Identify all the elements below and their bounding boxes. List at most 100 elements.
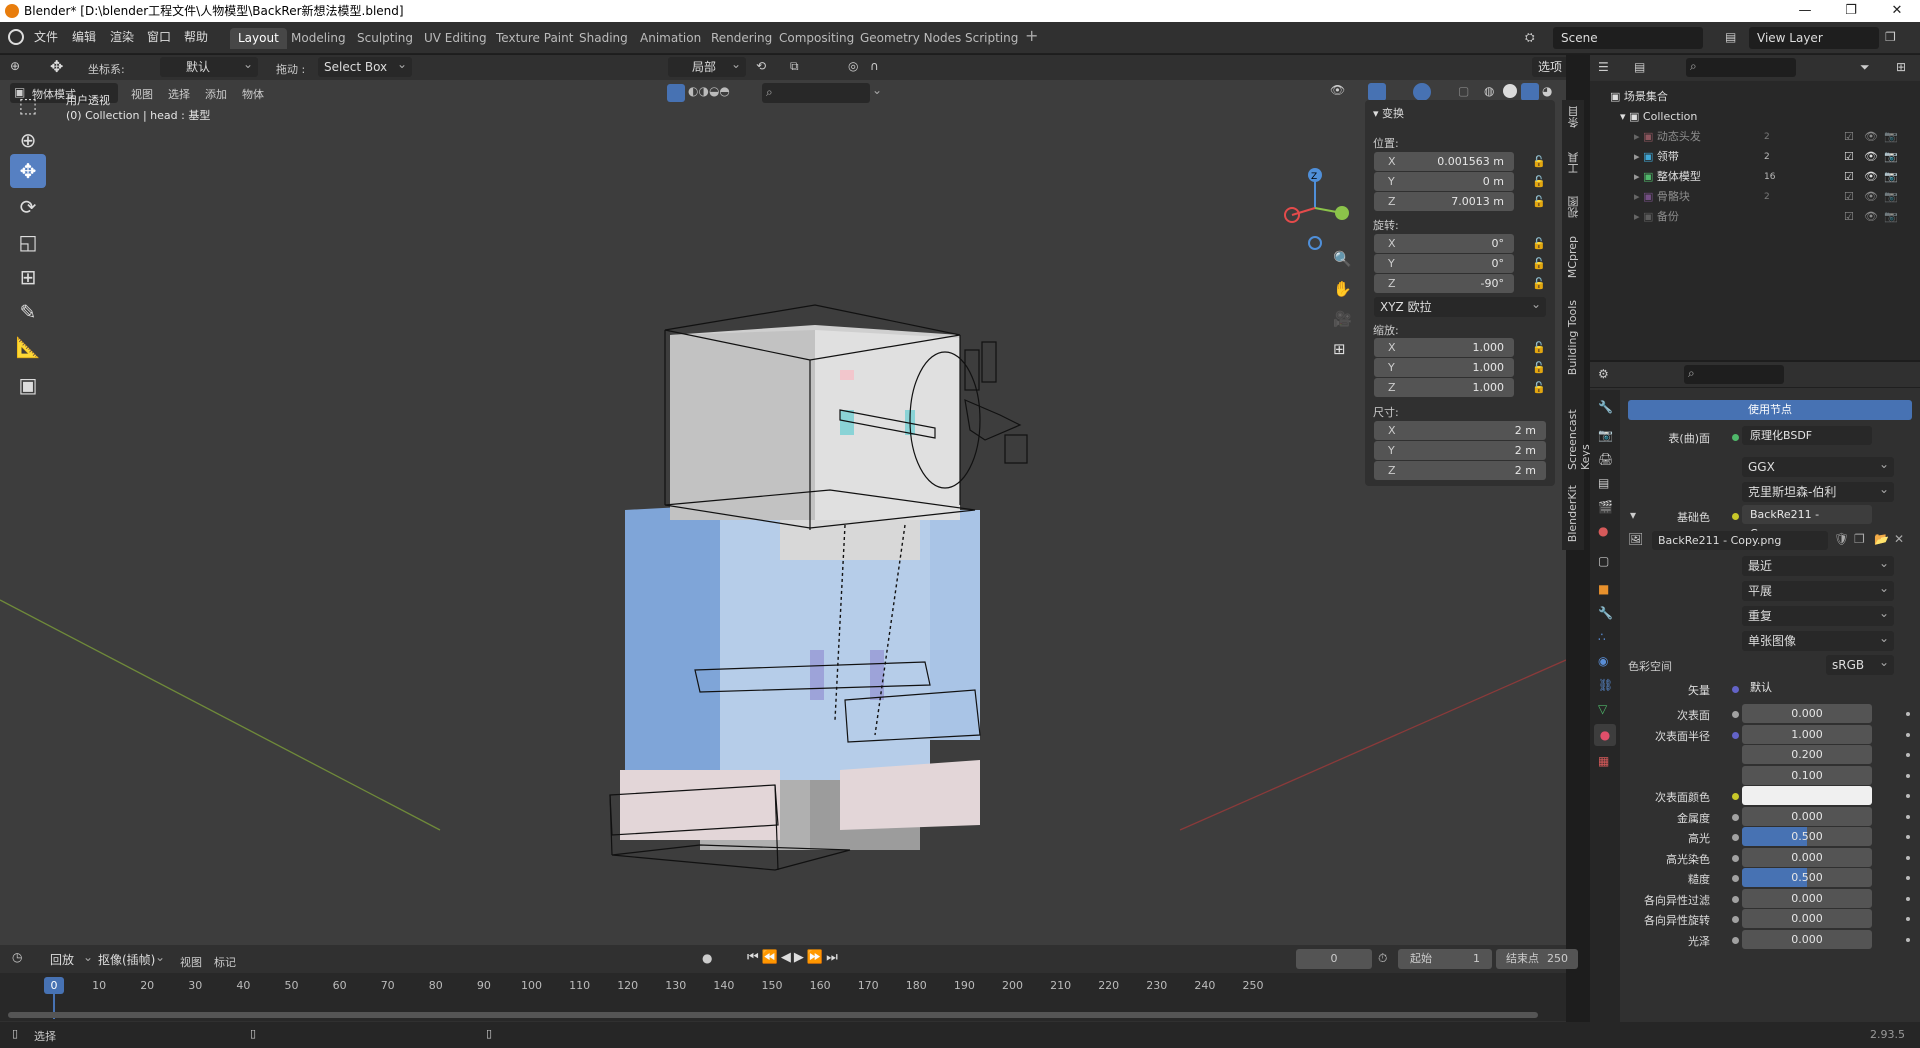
navigation-gizmo[interactable]: Z (1280, 163, 1350, 253)
render-props-icon[interactable]: 📷 (1598, 428, 1613, 442)
animate-dot-icon[interactable] (1906, 835, 1910, 839)
collection-props-icon[interactable]: ▢ (1598, 554, 1609, 568)
filter-icon[interactable]: ⏷ (1860, 60, 1870, 75)
outliner-collection[interactable]: ▾ ▣ Collection (1620, 107, 1697, 127)
start-frame-field[interactable]: 起始 1 (1398, 949, 1492, 969)
world-props-icon[interactable]: ● (1598, 524, 1608, 538)
material-props-icon[interactable]: ● (1594, 724, 1616, 746)
camera-icon[interactable]: 📷 (1884, 147, 1898, 167)
constraints-props-icon[interactable]: ⛓ (1598, 678, 1613, 692)
outliner-item[interactable]: ▸ ▣ 整体模型 16 ☑ 👁 📷 (1634, 167, 1914, 187)
tab-sculpting[interactable]: Sculpting (349, 28, 421, 49)
scale-y-field[interactable]: Y 1.000 (1374, 358, 1514, 377)
rotate-tool-icon[interactable]: ⟳ (10, 190, 46, 224)
record-icon[interactable]: ● (702, 951, 712, 965)
expand-triangle-icon[interactable]: ▾ (1630, 508, 1636, 522)
tab-building-tools[interactable]: Building Tools (1566, 300, 1579, 375)
camera-icon[interactable]: 📷 (1884, 127, 1898, 147)
eye-icon[interactable]: 👁 (1864, 187, 1878, 207)
eye-icon[interactable]: 👁 (1864, 147, 1878, 167)
lock-icon[interactable]: 🔓 (1532, 381, 1546, 394)
image-browse-icon[interactable]: 🖼 (1628, 532, 1643, 546)
duplicate-icon[interactable]: ❐ (1854, 532, 1865, 546)
tab-shading[interactable]: Shading (571, 28, 636, 49)
transform-tool-icon[interactable]: ⊞ (10, 260, 46, 294)
zoom-icon[interactable]: 🔍 (1333, 250, 1352, 268)
extension-dropdown[interactable]: 重复 (1742, 603, 1894, 626)
tab-layout[interactable]: Layout (230, 28, 287, 49)
rotation-mode-dropdown[interactable]: XYZ 欧拉 (1374, 294, 1546, 317)
animate-dot-icon[interactable] (1906, 794, 1910, 798)
value-field[interactable]: 0.000 (1742, 806, 1872, 826)
lock-icon[interactable]: 🔓 (1532, 341, 1546, 354)
tool-props-icon[interactable]: 🔧 (1598, 400, 1613, 414)
playhead[interactable]: 0 (44, 977, 64, 994)
animate-dot-icon[interactable] (1906, 876, 1910, 880)
data-props-icon[interactable]: ▽ (1598, 702, 1607, 716)
animate-dot-icon[interactable] (1906, 712, 1910, 716)
animate-dot-icon[interactable] (1906, 753, 1910, 757)
animate-dot-icon[interactable] (1906, 855, 1910, 860)
tab-uv-editing[interactable]: UV Editing (416, 28, 495, 49)
color-swatch[interactable] (1742, 786, 1872, 805)
keying-menu[interactable]: 抠像(插帧) (92, 947, 170, 970)
outliner-editor-icon[interactable]: ☰ (1598, 60, 1609, 74)
camera-icon[interactable]: 📷 (1884, 187, 1898, 207)
lock-icon[interactable]: 🔓 (1532, 175, 1546, 188)
checkbox-icon[interactable]: ☑ (1844, 207, 1854, 227)
tab-animation[interactable]: Animation (632, 28, 709, 49)
eye-icon[interactable]: 👁 (1864, 207, 1878, 227)
display-mode-icon[interactable]: ▤ (1634, 60, 1645, 74)
eye-icon[interactable]: 👁 (1864, 167, 1878, 187)
object-props-icon[interactable]: ■ (1598, 582, 1609, 596)
close-icon[interactable]: ✕ (1874, 0, 1920, 22)
properties-editor-icon[interactable]: ⚙ (1598, 367, 1609, 381)
tab-tool[interactable]: 工具 (1566, 152, 1582, 174)
tab-mcprep[interactable]: MCprep (1566, 236, 1579, 278)
camera-icon[interactable]: 📷 (1884, 207, 1898, 227)
output-props-icon[interactable]: 🖨 (1598, 452, 1613, 466)
lock-icon[interactable]: 🔓 (1532, 257, 1546, 270)
falloff-icon[interactable]: ∩ (870, 59, 879, 73)
add-cube-tool-icon[interactable]: ▣ (10, 368, 46, 402)
physics-props-icon[interactable]: ◉ (1598, 654, 1608, 668)
use-nodes-button[interactable]: 使用节点 (1628, 400, 1912, 420)
tab-modeling[interactable]: Modeling (283, 28, 354, 49)
texture-props-icon[interactable]: ▦ (1598, 754, 1609, 768)
transform-pivot-icon[interactable]: ⟲ (756, 59, 766, 73)
options-dropdown[interactable]: 选项 (1532, 57, 1566, 77)
drag-dropdown[interactable]: Select Box (318, 55, 412, 77)
dimension-x-field[interactable]: X2 m (1374, 421, 1546, 440)
animate-dot-icon[interactable] (1906, 937, 1910, 942)
lock-icon[interactable]: 🔓 (1532, 277, 1546, 290)
timeline-view-menu[interactable]: 视图 (180, 954, 202, 970)
3d-viewport[interactable]: ⊕ ✥ 坐标系: 默认 拖动 : Select Box 局部 ⟲ ⧉ ◎ ∩ 选… (0, 55, 1566, 945)
outliner-item[interactable]: ▸ ▣ 备份 ☑ 👁 📷 (1634, 207, 1914, 227)
color-space-dropdown[interactable]: sRGB (1826, 652, 1894, 675)
maximize-icon[interactable]: ❐ (1828, 0, 1874, 22)
unlink-icon[interactable]: ✕ (1894, 532, 1904, 546)
scene-icon[interactable]: ⛭ (1525, 30, 1535, 45)
outliner-root[interactable]: ▣ 场景集合 (1610, 87, 1668, 107)
outliner-item[interactable]: ▸ ▣ 动态头发 2 ☑ 👁 📷 (1634, 127, 1914, 147)
image-name-field[interactable]: BackRe211 - Copy.png (1652, 531, 1828, 550)
snap-icon[interactable]: ⧉ (790, 59, 799, 74)
lock-icon[interactable]: 🔓 (1532, 155, 1546, 168)
projection-dropdown[interactable]: 平展 (1742, 578, 1894, 601)
location-x-field[interactable]: X 0.001563 m (1374, 152, 1514, 171)
modifier-props-icon[interactable]: 🔧 (1598, 606, 1613, 620)
scale-z-field[interactable]: Z 1.000 (1374, 378, 1514, 397)
menu-help[interactable]: 帮助 (184, 28, 208, 45)
surface-dropdown[interactable]: 原理化BSDF (1742, 426, 1872, 445)
checkbox-icon[interactable]: ☑ (1844, 147, 1854, 167)
timeline-editor-icon[interactable]: ◷ (12, 950, 22, 964)
stopwatch-icon[interactable]: ⏱ (1378, 951, 1387, 966)
value-field[interactable]: 1.000 (1742, 724, 1872, 744)
outliner-item[interactable]: ▸ ▣ 骨骼块 2 ☑ 👁 📷 (1634, 187, 1914, 207)
dimension-z-field[interactable]: Z2 m (1374, 461, 1546, 480)
end-frame-field[interactable]: 结束点 250 (1496, 949, 1578, 969)
current-frame-field[interactable]: 0 (1296, 949, 1372, 969)
value-field[interactable]: 0.000 (1742, 929, 1872, 949)
cursor-tool-icon[interactable]: ⊕ (10, 123, 46, 157)
tab-blenderkit[interactable]: BlenderKit (1566, 485, 1579, 542)
